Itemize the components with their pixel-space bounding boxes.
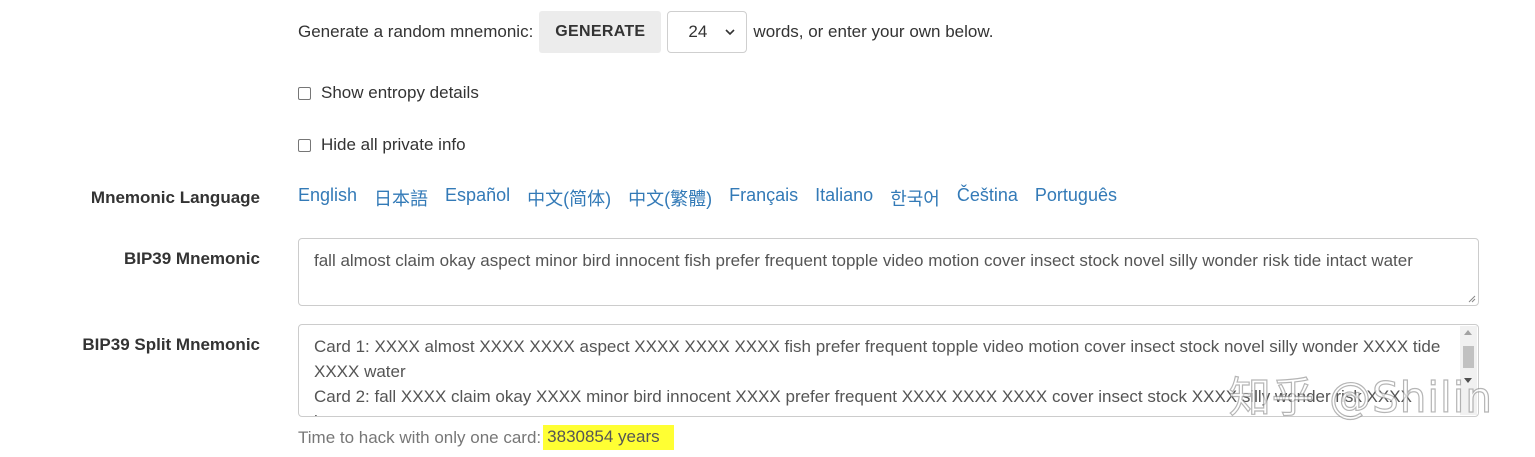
hack-time-value: 3830854 years [543, 425, 674, 450]
bip39-mnemonic-textarea[interactable]: fall almost claim okay aspect minor bird… [298, 238, 1479, 306]
language-link-japanese[interactable]: 日本語 [374, 185, 428, 211]
language-link-chinese-traditional[interactable]: 中文(繁體) [628, 185, 712, 211]
hide-private-checkbox[interactable] [298, 138, 311, 152]
mnemonic-language-label: Mnemonic Language [90, 188, 260, 207]
chevron-down-icon [725, 29, 735, 36]
resize-handle-icon[interactable] [1466, 293, 1476, 303]
show-entropy-label: Show entropy details [321, 83, 479, 102]
show-entropy-checkbox[interactable] [298, 86, 311, 100]
bip39-split-mnemonic-label: BIP39 Split Mnemonic [82, 335, 260, 354]
scroll-up-icon[interactable] [1464, 330, 1472, 335]
language-link-english[interactable]: English [298, 185, 357, 211]
show-entropy-option[interactable]: Show entropy details [298, 83, 479, 103]
bip39-mnemonic-value: fall almost claim okay aspect minor bird… [314, 251, 1413, 270]
hack-time-label: Time to hack with only one card: [298, 427, 542, 447]
word-count-select[interactable]: 24 [667, 11, 748, 53]
language-link-french[interactable]: Français [729, 185, 798, 211]
language-link-portuguese[interactable]: Português [1035, 185, 1117, 211]
bip39-mnemonic-label: BIP39 Mnemonic [123, 249, 260, 268]
generate-button[interactable]: GENERATE [539, 11, 662, 53]
language-link-chinese-simplified[interactable]: 中文(简体) [527, 185, 611, 211]
language-list: English 日本語 Español 中文(简体) 中文(繁體) França… [298, 185, 1134, 211]
language-link-italian[interactable]: Italiano [815, 185, 873, 211]
watermark: 知乎 @Shilin [1228, 372, 1493, 422]
hide-private-option[interactable]: Hide all private info [298, 135, 466, 155]
generate-suffix: words, or enter your own below. [753, 22, 994, 41]
language-link-czech[interactable]: Čeština [957, 185, 1018, 211]
language-link-spanish[interactable]: Español [445, 185, 510, 211]
language-link-korean[interactable]: 한국어 [890, 185, 940, 211]
generate-prefix: Generate a random mnemonic: [298, 22, 534, 41]
word-count-value: 24 [688, 22, 708, 41]
hack-time-row: Time to hack with only one card: 3830854… [298, 425, 674, 450]
generate-row: Generate a random mnemonic: GENERATE 24 … [298, 11, 993, 53]
hide-private-label: Hide all private info [321, 135, 466, 154]
